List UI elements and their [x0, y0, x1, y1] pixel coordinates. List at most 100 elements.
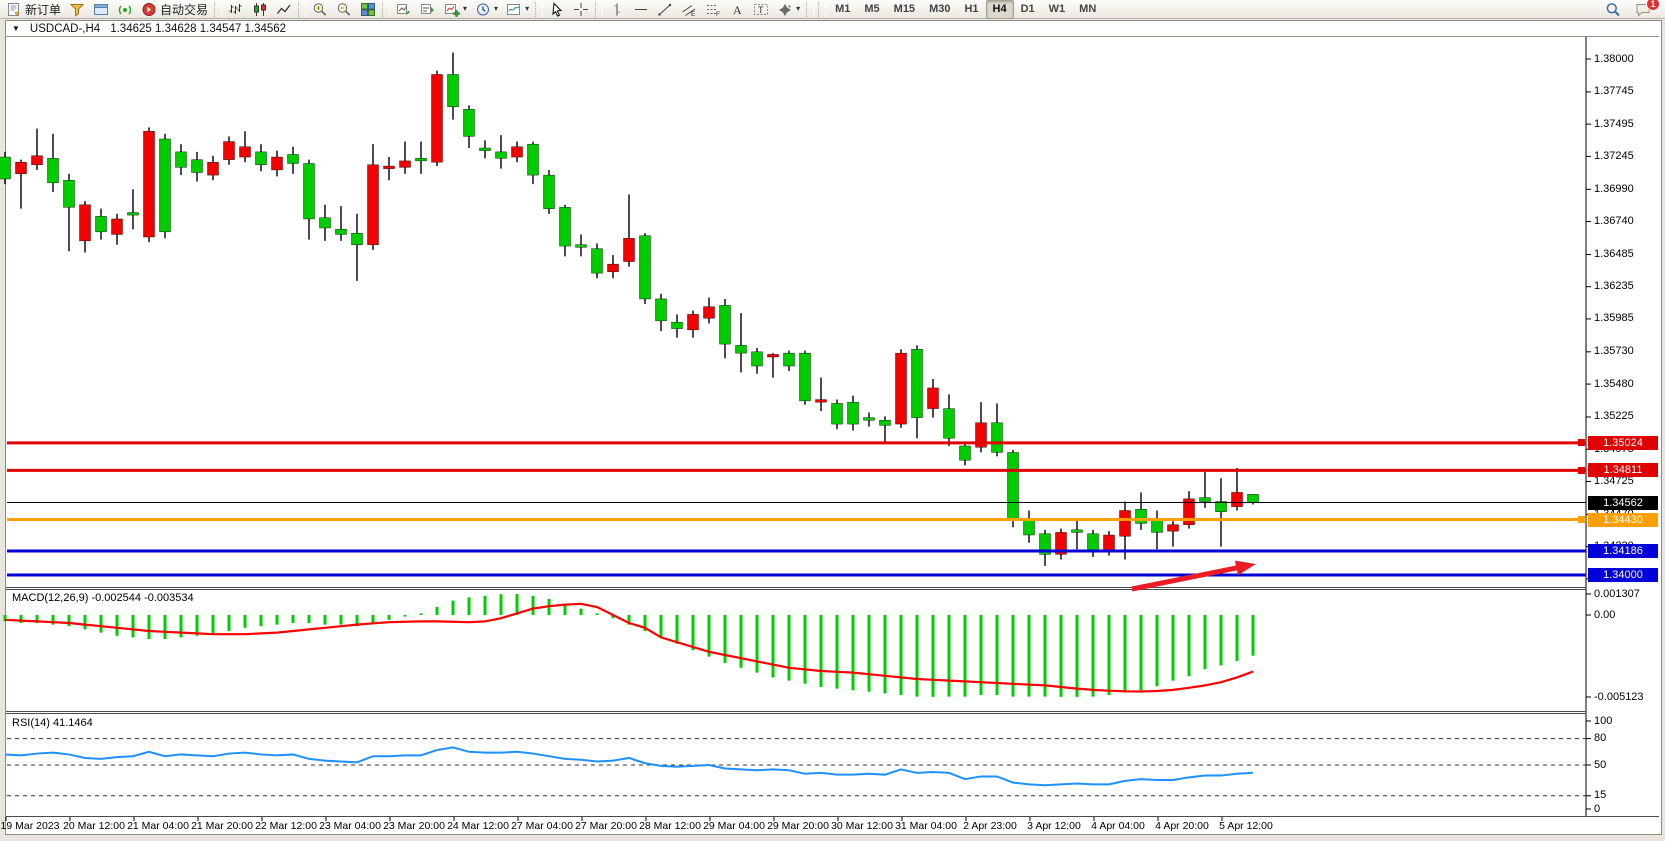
time-axis-label: 29 Mar 20:00 [767, 820, 829, 832]
fibo-icon: F [705, 2, 721, 17]
bars-icon [228, 2, 244, 17]
arrange-shift-icon [420, 2, 436, 17]
trendline-icon [657, 2, 673, 17]
dropdown-caret-icon[interactable]: ▾ [494, 5, 498, 13]
time-axis-label: 4 Apr 20:00 [1155, 820, 1209, 832]
toolbar-separator [535, 2, 543, 17]
timeframe-w1-button[interactable]: W1 [1042, 0, 1073, 19]
zoom-in-icon [312, 2, 328, 17]
toolbar-separator [818, 2, 826, 17]
candlestick-chart-button[interactable] [248, 0, 272, 19]
macd-axis-tick: 0.00 [1594, 609, 1615, 621]
notification-count-badge: 1 [1646, 0, 1660, 11]
funnel-icon [69, 2, 85, 17]
chart-symbol-title: USDCAD-,H4 [30, 23, 100, 35]
vline-icon [609, 2, 625, 17]
toolbar-separator [214, 2, 222, 17]
templates-button[interactable]: ▾ [502, 0, 533, 19]
time-axis-label: 21 Mar 04:00 [127, 820, 189, 832]
level-price-badge: 1.34430 [1588, 513, 1658, 527]
time-axis-label: 5 Apr 12:00 [1219, 820, 1273, 832]
svg-text:T: T [758, 5, 764, 15]
text-button[interactable]: A [725, 0, 749, 19]
cursor-button[interactable] [545, 0, 569, 19]
price-axis-tick: 1.36990 [1594, 183, 1634, 195]
linechart-icon [276, 2, 292, 17]
tile-icon [360, 2, 376, 17]
toolbar-separator [806, 2, 814, 17]
price-axis-tick: 1.37245 [1594, 150, 1634, 162]
macd-axis-tick: 0.001307 [1594, 588, 1640, 600]
line-chart-button[interactable] [272, 0, 296, 19]
rsi-axis-tick: 0 [1594, 803, 1600, 815]
search-button[interactable] [1601, 0, 1625, 19]
trend-arrow-head[interactable] [1235, 561, 1256, 576]
bar-chart-button[interactable] [224, 0, 248, 19]
toolbar-separator [382, 2, 390, 17]
dropdown-caret-icon[interactable]: ▾ [525, 5, 529, 13]
zoom-in-button[interactable] [308, 0, 332, 19]
rsi-axis-tick: 15 [1594, 789, 1606, 801]
fibonacci-button[interactable]: F [701, 0, 725, 19]
shift-chart-button[interactable] [416, 0, 440, 19]
dropdown-caret-icon[interactable]: ▾ [463, 5, 467, 13]
chart-dropdown-icon[interactable]: ▼ [12, 24, 20, 33]
macd-indicator-label: MACD(12,26,9) -0.002544 -0.003534 [12, 592, 194, 604]
time-axis-label: 27 Mar 20:00 [575, 820, 637, 832]
timeframe-d1-button[interactable]: D1 [1014, 0, 1042, 19]
cursor-icon [549, 2, 565, 17]
vertical-line-button[interactable] [605, 0, 629, 19]
channel-button[interactable]: E [677, 0, 701, 19]
level-price-badge: 1.35024 [1588, 436, 1658, 450]
clock-icon [475, 2, 491, 17]
autotrade-icon [141, 2, 157, 17]
arrange-charts-button[interactable] [392, 0, 416, 19]
market-watch-button[interactable] [65, 0, 89, 19]
arrange-up-icon [396, 2, 412, 17]
text-a-icon: A [729, 2, 745, 17]
timeframe-h4-button[interactable]: H4 [986, 0, 1014, 19]
time-axis-label: 30 Mar 12:00 [831, 820, 893, 832]
level-price-badge: 1.34186 [1588, 544, 1658, 558]
shapes-icon [777, 2, 793, 17]
new-order-button-label: 新订单 [25, 1, 61, 18]
svg-text:F: F [716, 11, 720, 17]
trendline-button[interactable] [653, 0, 677, 19]
timeframe-m15-button[interactable]: M15 [887, 0, 922, 19]
rsi-axis-tick: 50 [1594, 759, 1606, 771]
level-connector [1578, 516, 1585, 523]
signals-button[interactable] [113, 0, 137, 19]
auto-trading-button[interactable]: 自动交易 [137, 0, 212, 19]
timeframe-h1-button[interactable]: H1 [957, 0, 985, 19]
timeframe-m1-button[interactable]: M1 [828, 0, 857, 19]
auto-trading-button-label: 自动交易 [160, 1, 208, 18]
notifications-button[interactable]: 1 [1631, 0, 1655, 19]
rsi-indicator-label: RSI(14) 41.1464 [12, 717, 93, 729]
zoom-out-icon [336, 2, 352, 17]
new-order-icon [6, 2, 22, 17]
timeframe-m30-button[interactable]: M30 [922, 0, 957, 19]
trend-arrow-annotation[interactable] [1132, 568, 1238, 589]
window-icon [93, 2, 109, 17]
level-connector [1578, 467, 1585, 474]
time-axis-label: 27 Mar 04:00 [511, 820, 573, 832]
new-order-button[interactable]: 新订单 [2, 0, 65, 19]
price-axis-tick: 1.36485 [1594, 248, 1634, 260]
price-axis-tick: 1.35985 [1594, 312, 1634, 324]
shapes-button[interactable]: ▾ [773, 0, 804, 19]
svg-text:A: A [733, 3, 742, 17]
zoom-out-button[interactable] [332, 0, 356, 19]
period-button[interactable]: ▾ [471, 0, 502, 19]
time-axis-label: 2 Apr 23:00 [963, 820, 1017, 832]
data-window-button[interactable] [89, 0, 113, 19]
timeframe-m5-button[interactable]: M5 [857, 0, 886, 19]
timeframe-mn-button[interactable]: MN [1072, 0, 1103, 19]
text-label-button[interactable]: T [749, 0, 773, 19]
dropdown-caret-icon[interactable]: ▾ [796, 5, 800, 13]
svg-text:E: E [691, 11, 696, 17]
crosshair-button[interactable] [569, 0, 593, 19]
indicators-button[interactable]: ▾ [440, 0, 471, 19]
tile-windows-button[interactable] [356, 0, 380, 19]
horizontal-line-button[interactable] [629, 0, 653, 19]
price-axis-tick: 1.38000 [1594, 53, 1634, 65]
